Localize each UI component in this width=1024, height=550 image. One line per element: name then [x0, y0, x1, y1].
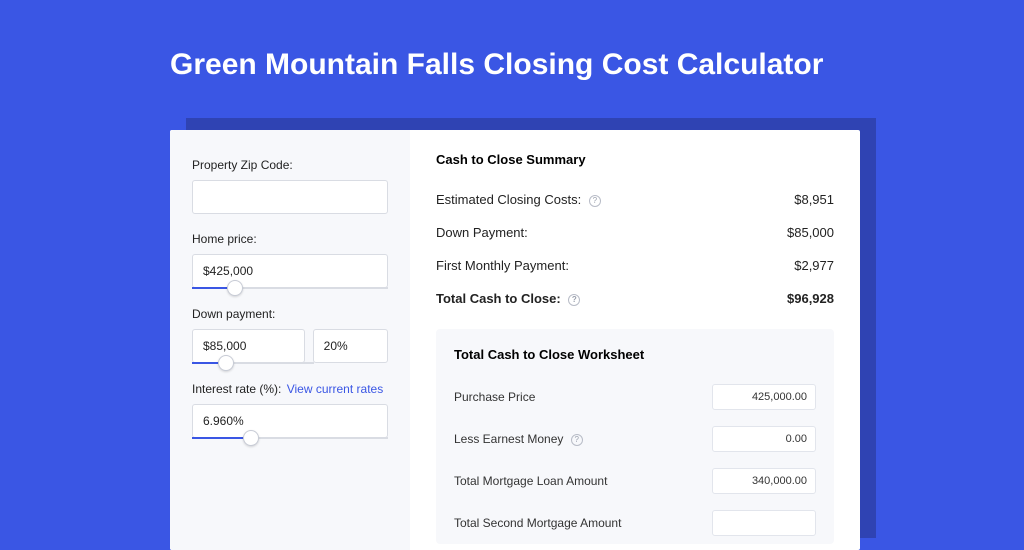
summary-title: Cash to Close Summary	[436, 152, 834, 167]
help-icon[interactable]: ?	[589, 195, 601, 207]
worksheet-value[interactable]: 425,000.00	[712, 384, 816, 410]
worksheet-title: Total Cash to Close Worksheet	[454, 347, 816, 362]
home-price-slider[interactable]	[192, 287, 388, 289]
page-title: Green Mountain Falls Closing Cost Calcul…	[0, 0, 1024, 106]
summary-value: $8,951	[794, 192, 834, 207]
summary-label: Down Payment:	[436, 225, 528, 240]
down-payment-field-group: Down payment:	[192, 307, 388, 364]
zip-label: Property Zip Code:	[192, 158, 388, 172]
zip-input[interactable]	[192, 180, 388, 214]
interest-field-group: Interest rate (%): View current rates	[192, 382, 388, 439]
interest-rate-input[interactable]	[192, 404, 388, 438]
summary-row-total: Total Cash to Close: ? $96,928	[436, 282, 834, 315]
help-icon[interactable]: ?	[571, 434, 583, 446]
help-icon[interactable]: ?	[568, 294, 580, 306]
worksheet-label: Purchase Price	[454, 390, 535, 404]
calculator-card: Property Zip Code: Home price: Down paym…	[170, 130, 860, 550]
worksheet-row-earnest-money: Less Earnest Money ? 0.00	[454, 418, 816, 460]
summary-value: $96,928	[787, 291, 834, 306]
summary-row-closing-costs: Estimated Closing Costs: ? $8,951	[436, 183, 834, 216]
summary-value: $2,977	[794, 258, 834, 273]
down-payment-label: Down payment:	[192, 307, 388, 321]
summary-label: Total Cash to Close:	[436, 291, 561, 306]
worksheet-row-purchase-price: Purchase Price 425,000.00	[454, 376, 816, 418]
results-column: Cash to Close Summary Estimated Closing …	[410, 130, 860, 550]
inputs-column: Property Zip Code: Home price: Down paym…	[170, 130, 410, 550]
home-price-field-group: Home price:	[192, 232, 388, 289]
interest-label: Interest rate (%): View current rates	[192, 382, 388, 396]
worksheet-label: Total Mortgage Loan Amount	[454, 474, 607, 488]
worksheet-row-second-mortgage: Total Second Mortgage Amount	[454, 502, 816, 544]
worksheet-label: Total Second Mortgage Amount	[454, 516, 621, 530]
down-payment-percent-input[interactable]	[313, 329, 388, 363]
interest-slider-thumb[interactable]	[243, 430, 259, 446]
home-price-label: Home price:	[192, 232, 388, 246]
summary-row-down-payment: Down Payment: $85,000	[436, 216, 834, 249]
interest-label-text: Interest rate (%):	[192, 382, 281, 396]
worksheet-value[interactable]: 340,000.00	[712, 468, 816, 494]
summary-label: Estimated Closing Costs:	[436, 192, 581, 207]
home-price-slider-thumb[interactable]	[227, 280, 243, 296]
worksheet-row-mortgage-amount: Total Mortgage Loan Amount 340,000.00	[454, 460, 816, 502]
worksheet-value[interactable]: 0.00	[712, 426, 816, 452]
home-price-input[interactable]	[192, 254, 388, 288]
worksheet-value[interactable]	[712, 510, 816, 536]
down-payment-amount-input[interactable]	[192, 329, 305, 363]
summary-label: First Monthly Payment:	[436, 258, 569, 273]
view-rates-link[interactable]: View current rates	[287, 382, 384, 396]
summary-row-first-payment: First Monthly Payment: $2,977	[436, 249, 834, 282]
interest-slider[interactable]	[192, 437, 388, 439]
interest-slider-fill	[192, 437, 251, 439]
summary-value: $85,000	[787, 225, 834, 240]
zip-field-group: Property Zip Code:	[192, 158, 388, 214]
down-payment-slider-thumb[interactable]	[218, 355, 234, 371]
down-payment-slider[interactable]	[192, 362, 314, 364]
worksheet-label: Less Earnest Money	[454, 432, 563, 446]
